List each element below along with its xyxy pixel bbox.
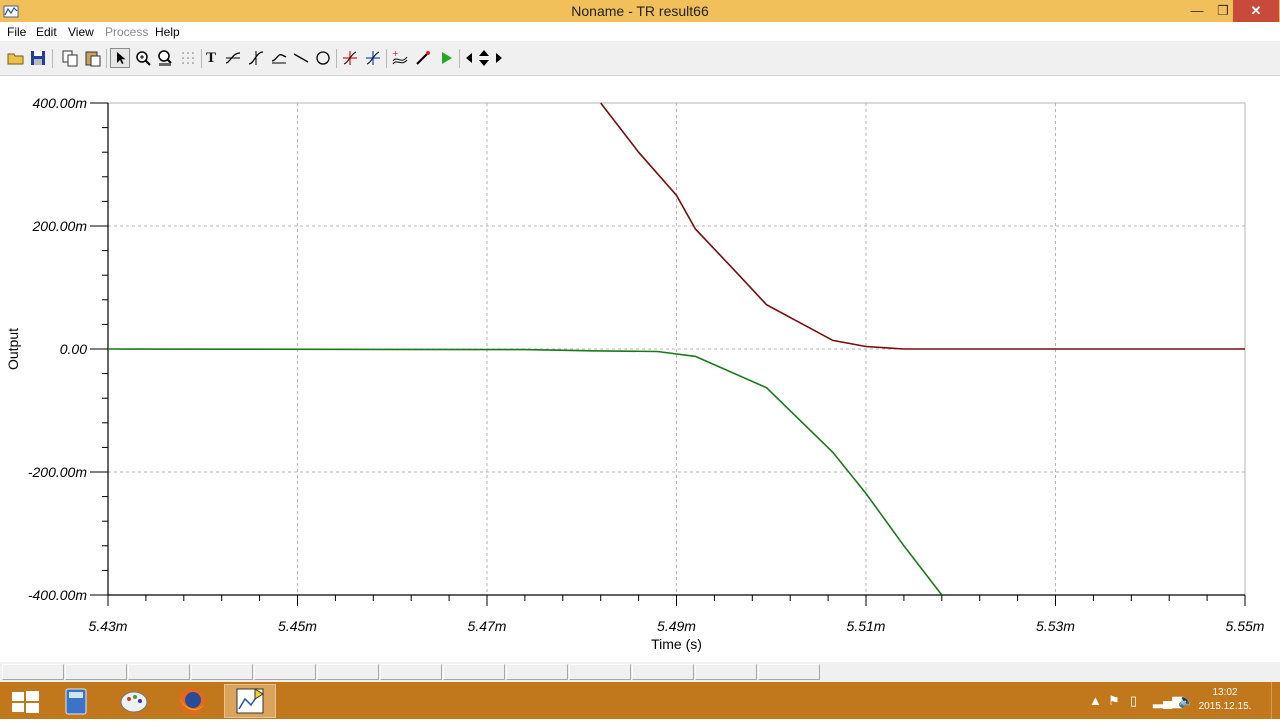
x-tick-label: 5.47m xyxy=(468,618,507,634)
cursor-b-icon[interactable] xyxy=(363,48,383,68)
status-bar-cell xyxy=(65,664,127,680)
status-bar-cell xyxy=(2,664,64,680)
x-tick-label: 5.53m xyxy=(1036,618,1075,634)
start-icon[interactable] xyxy=(0,684,52,718)
menu-file[interactable]: File xyxy=(7,25,26,39)
paste-icon[interactable] xyxy=(83,48,103,68)
circle-icon[interactable] xyxy=(313,48,333,68)
clock-date: 2015.12.15. xyxy=(1198,701,1252,712)
volume-icon[interactable]: 🔈 xyxy=(1178,682,1194,719)
action-center-flag-icon[interactable]: ⚑ xyxy=(1108,682,1120,719)
status-bar-cell xyxy=(254,664,316,680)
toolbar-separator xyxy=(52,49,53,68)
curve-tool-3-icon[interactable] xyxy=(269,48,289,68)
close-button[interactable]: ✕ xyxy=(1233,0,1279,22)
status-bar-cell xyxy=(380,664,442,680)
chart[interactable]: 5.43m 5.45m 5.47m 5.49m 5.51m 5.53m 5.55m 400.0… xyxy=(0,76,1280,662)
status-bar-cell xyxy=(317,664,379,680)
toolbar-separator xyxy=(459,49,460,68)
status-bar-cell xyxy=(632,664,694,680)
status-bar-cell xyxy=(569,664,631,680)
status-bar-cell xyxy=(758,664,820,680)
x-axis-title: Time (s) xyxy=(651,636,702,652)
window-title: Noname - TR result66 xyxy=(571,3,709,19)
toolbar: T + xyxy=(0,41,1280,76)
tina-analysis-icon[interactable] xyxy=(224,684,276,718)
status-bar-cell xyxy=(506,664,568,680)
show-desktop-button[interactable] xyxy=(1271,682,1280,719)
toolbar-separator xyxy=(336,49,337,68)
y-tick-label: 0.00 xyxy=(60,341,87,357)
curve-tool-2-icon[interactable] xyxy=(246,48,266,68)
text-tool-icon[interactable]: T xyxy=(201,48,221,68)
probe-icon[interactable] xyxy=(413,48,433,68)
pan-left-icon[interactable] xyxy=(462,48,476,68)
line-icon[interactable] xyxy=(291,48,311,68)
y-tick-label: -400.00m xyxy=(28,587,87,603)
paint-icon[interactable] xyxy=(108,684,160,718)
toolbar-separator xyxy=(106,49,107,68)
y-axis-title: Output xyxy=(5,328,21,370)
calculator-icon[interactable] xyxy=(50,684,102,718)
pan-vertical-icon[interactable] xyxy=(476,48,492,68)
y-tick-label: -200.00m xyxy=(28,464,87,480)
status-bar-cell xyxy=(443,664,505,680)
grid-icon[interactable] xyxy=(178,48,198,68)
toolbar-separator xyxy=(386,49,387,68)
x-tick-label: 5.55m xyxy=(1226,618,1265,634)
zoom-in-icon[interactable] xyxy=(133,48,153,68)
firefox-icon[interactable] xyxy=(166,684,218,718)
curve-tool-1-icon[interactable] xyxy=(223,48,243,68)
minimize-button[interactable]: — xyxy=(1184,0,1210,22)
copy-icon[interactable] xyxy=(60,48,80,68)
x-tick-label: 5.45m xyxy=(278,618,317,634)
status-bar-cell xyxy=(695,664,757,680)
show-hidden-icons-icon[interactable]: ▲ xyxy=(1089,682,1102,719)
pan-right-icon[interactable] xyxy=(492,48,506,68)
svg-text:+: + xyxy=(392,49,399,58)
x-tick-label: 5.51m xyxy=(847,618,886,634)
clock-time: 13:02 xyxy=(1212,687,1238,698)
open-folder-icon[interactable] xyxy=(6,48,26,68)
x-tick-label: 5.43m xyxy=(89,618,128,634)
cursor-a-icon[interactable] xyxy=(340,48,360,68)
run-icon[interactable] xyxy=(436,48,456,68)
clock[interactable]: 13:02 2015.12.15. xyxy=(1195,686,1255,714)
chart-axes xyxy=(90,102,1246,606)
pointer-icon[interactable] xyxy=(110,48,130,68)
menu-help[interactable]: Help xyxy=(155,25,180,39)
title-bar: Noname - TR result66 — ❐ ✕ xyxy=(0,0,1280,22)
y-tick-label: 200.00m xyxy=(32,218,88,234)
battery-icon[interactable]: ▯ xyxy=(1130,682,1137,719)
save-icon[interactable] xyxy=(28,48,48,68)
status-bar xyxy=(0,662,1280,682)
x-tick-label: 5.49m xyxy=(657,618,696,634)
curve-add-icon[interactable]: + xyxy=(390,48,410,68)
menu-bar: File Edit View Process Help xyxy=(0,22,1280,41)
zoom-100-icon[interactable] xyxy=(155,48,175,68)
menu-edit[interactable]: Edit xyxy=(36,25,57,39)
status-bar-cell xyxy=(128,664,190,680)
chart-labels: 5.43m 5.45m 5.47m 5.49m 5.51m 5.53m 5.55m 400.0… xyxy=(5,95,1265,652)
taskbar: ▲ ⚑ ▯ ▂▄▆ 🔈 13:02 2015.12.15. xyxy=(0,682,1280,719)
menu-process[interactable]: Process xyxy=(105,25,148,39)
y-tick-label: 400.00m xyxy=(33,95,88,111)
menu-view[interactable]: View xyxy=(68,25,94,39)
status-bar-cell xyxy=(191,664,253,680)
